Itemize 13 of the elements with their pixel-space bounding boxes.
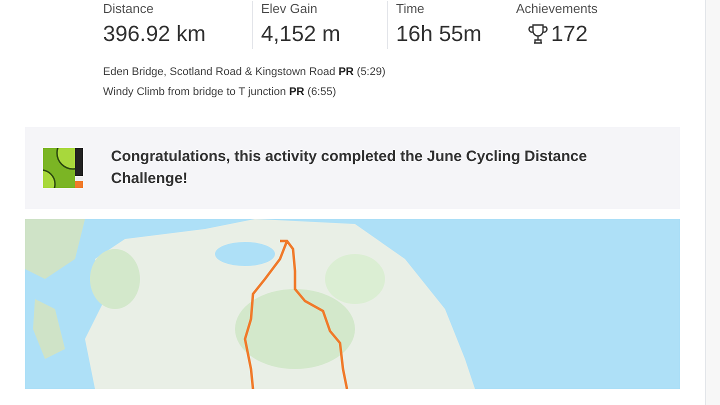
- stat-label: Achievements: [516, 1, 599, 17]
- challenge-message: Congratulations, this activity completed the June Cycling Distance Challenge!: [111, 147, 588, 189]
- stat-label: Distance: [103, 1, 155, 17]
- stat-label: Time: [396, 1, 426, 17]
- stat-value: 172: [551, 20, 588, 48]
- segment-achievement: Windy Climb from bridge to T junction PR (6:55): [103, 85, 338, 99]
- challenge-badge-icon: [43, 148, 83, 188]
- segment-achievement: Eden Bridge, Scotland Road & Kingstown Road PR (5:29): [103, 65, 387, 79]
- stat-value: 16h 55m: [396, 20, 482, 48]
- stat-value: 4,152 m: [261, 20, 340, 48]
- trophy-icon: [528, 23, 548, 45]
- stat-value: 396.92 km: [103, 20, 206, 48]
- stat-label: Elev Gain: [261, 1, 318, 17]
